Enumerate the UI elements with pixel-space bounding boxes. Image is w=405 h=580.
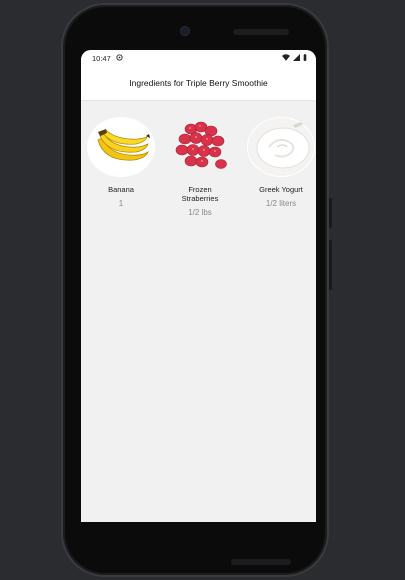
- ingredient-name: Banana: [108, 185, 134, 194]
- ingredient-name: Greek Yogurt: [259, 185, 303, 194]
- ingredient-quantity: 1/2 liters: [265, 199, 297, 208]
- signal-icon: [293, 53, 300, 63]
- yogurt-image: [247, 117, 315, 177]
- ingredient-item-banana[interactable]: Banana 1: [83, 117, 159, 208]
- app-header: Ingredients for Triple Berry Smoothie: [81, 66, 316, 100]
- ingredient-quantity: 1: [118, 199, 124, 208]
- ingredient-item-greek-yogurt[interactable]: Greek Yogurt 1/2 liters: [243, 117, 316, 208]
- notification-icon: [116, 53, 123, 63]
- strawberries-image: [166, 117, 234, 177]
- volume-button: [329, 240, 332, 290]
- status-bar: 10:47: [81, 50, 316, 66]
- ingredient-list: Banana 1 Frozen Straberries 1/2 lbs Gree…: [81, 100, 316, 247]
- status-time: 10:47: [92, 53, 111, 63]
- wifi-icon: [282, 53, 290, 63]
- battery-icon: [303, 53, 307, 63]
- ingredient-item-strawberries[interactable]: Frozen Straberries 1/2 lbs: [162, 117, 238, 217]
- bottom-speaker: [231, 559, 291, 565]
- banana-image: [87, 117, 155, 177]
- ingredient-name: Frozen Straberries: [181, 185, 219, 203]
- earpiece-speaker: [233, 29, 289, 35]
- power-button: [329, 198, 332, 228]
- app-screen: 10:47 Ingredients for Triple Berry Smoot…: [81, 50, 316, 522]
- front-camera: [181, 27, 189, 35]
- ingredient-quantity: 1/2 lbs: [188, 208, 212, 217]
- page-title: Ingredients for Triple Berry Smoothie: [129, 78, 268, 88]
